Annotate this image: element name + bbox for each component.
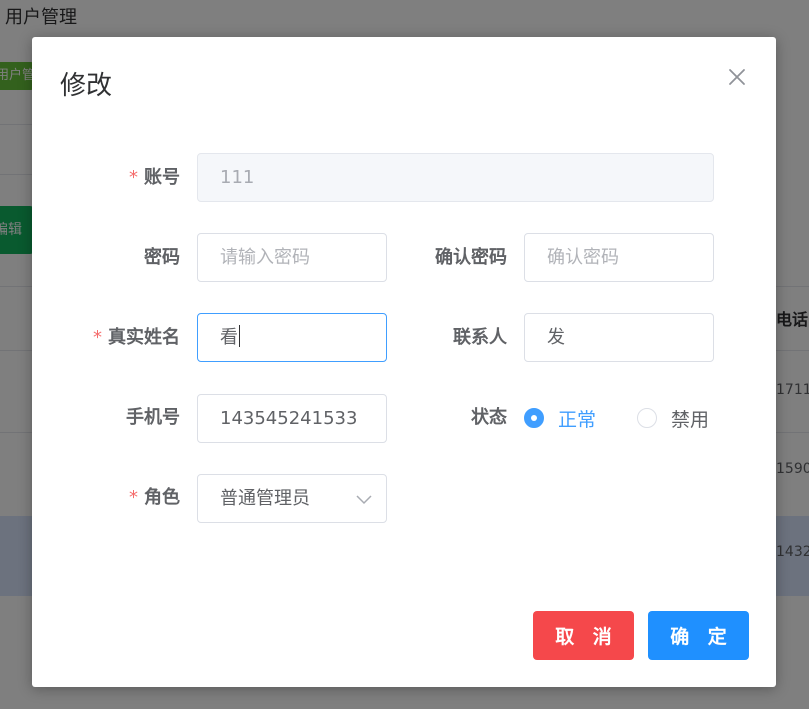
dialog-title: 修改: [60, 71, 113, 101]
status-radio-normal[interactable]: 正常: [524, 394, 596, 442]
phone-label: 手机号: [126, 407, 180, 428]
radio-checked-icon: [524, 408, 544, 428]
edit-dialog: 修改 * 账号 111 密码 请输入密码 确认密码 确认密码 * 真实姓名 看 联系…: [32, 37, 776, 687]
contact-input[interactable]: 发: [524, 313, 714, 362]
chevron-down-icon: [356, 495, 372, 505]
real-name-input[interactable]: 看: [197, 313, 387, 362]
required-asterisk: *: [129, 487, 138, 508]
status-label: 状态: [471, 407, 507, 428]
phone-input[interactable]: 143545241533: [197, 394, 387, 443]
account-field: 111: [197, 153, 714, 202]
text-caret: [239, 325, 240, 347]
status-radio-group: 正常 禁用: [524, 394, 744, 442]
required-asterisk: *: [129, 167, 138, 188]
contact-label: 联系人: [453, 327, 507, 348]
account-label: * 账号: [129, 167, 180, 188]
password-label: 密码: [144, 247, 180, 268]
confirm-password-input[interactable]: 确认密码: [524, 233, 714, 282]
password-input[interactable]: 请输入密码: [197, 233, 387, 282]
real-name-label: * 真实姓名: [93, 327, 180, 348]
status-radio-disabled[interactable]: 禁用: [637, 394, 709, 442]
password-placeholder: 请输入密码: [220, 247, 310, 268]
role-select[interactable]: 普通管理员: [197, 474, 387, 523]
required-asterisk: *: [93, 327, 102, 348]
cancel-button[interactable]: 取 消: [533, 611, 634, 660]
radio-unchecked-icon: [637, 408, 657, 428]
confirm-password-label: 确认密码: [435, 247, 507, 268]
confirm-button[interactable]: 确 定: [648, 611, 749, 660]
confirm-password-placeholder: 确认密码: [547, 247, 619, 268]
close-icon[interactable]: [725, 65, 749, 89]
role-label: * 角色: [129, 487, 180, 508]
